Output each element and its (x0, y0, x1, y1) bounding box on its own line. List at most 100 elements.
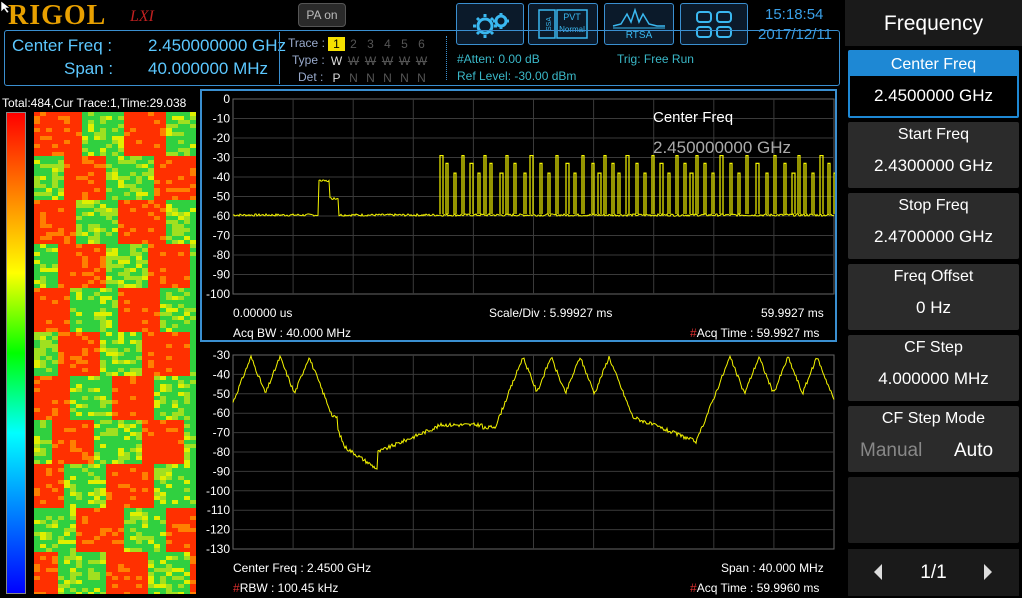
cf-step-softkey[interactable]: CF Step 4.000000 MHz (848, 335, 1019, 401)
waterfall-cell (166, 544, 172, 548)
waterfall-cell (160, 556, 166, 560)
waterfall-cell (64, 128, 70, 132)
waterfall-cell (34, 552, 40, 556)
trace-5[interactable]: 5 (396, 37, 413, 51)
waterfall-cell (118, 268, 124, 272)
waterfall-cell (136, 576, 142, 580)
waterfall-cell (34, 212, 40, 216)
waterfall-cell (64, 432, 70, 436)
waterfall-cell (100, 472, 106, 476)
waterfall-cell (124, 228, 130, 232)
waterfall-cell (64, 192, 70, 196)
next-page-icon[interactable] (982, 563, 994, 586)
waterfall-cell (148, 120, 154, 124)
waterfall-cell (82, 164, 88, 168)
waterfall-cell (76, 112, 82, 116)
waterfall-cell (166, 236, 172, 240)
waterfall-cell (172, 524, 178, 528)
waterfall-cell (112, 308, 118, 312)
waterfall-cell (148, 392, 154, 396)
waterfall-cell (94, 160, 100, 164)
waterfall-cell (112, 536, 118, 540)
waterfall-cell (82, 560, 88, 564)
waterfall-cell (76, 192, 82, 196)
waterfall-cell (172, 436, 178, 440)
waterfall-cell (154, 176, 160, 180)
waterfall-cell (142, 120, 148, 124)
waterfall-cell (178, 384, 184, 388)
waterfall-cell (166, 484, 172, 488)
span-value[interactable]: 40.000000 MHz (148, 59, 268, 79)
waterfall-cell (52, 152, 58, 156)
waterfall-cell (172, 360, 178, 364)
waterfall-cell (58, 224, 64, 228)
trace-6[interactable]: 6 (413, 37, 430, 51)
waterfall-cell (76, 204, 82, 208)
waterfall-cell (178, 176, 184, 180)
waterfall-cell (112, 188, 118, 192)
waterfall-cell (94, 304, 100, 308)
waterfall-cell (76, 304, 82, 308)
start-freq-softkey[interactable]: Start Freq 2.4300000 GHz (848, 122, 1019, 188)
waterfall-cell (184, 400, 190, 404)
waterfall-cell (178, 408, 184, 412)
waterfall-cell (94, 504, 100, 508)
waterfall-cell (70, 144, 76, 148)
center-freq-value[interactable]: 2.450000000 GHz (148, 36, 286, 56)
waterfall-cell (112, 392, 118, 396)
waterfall-cell (112, 332, 118, 336)
waterfall-cell (160, 176, 166, 180)
waterfall-cell (76, 224, 82, 228)
waterfall-cell (34, 456, 40, 460)
waterfall-cell (40, 480, 46, 484)
waterfall-cell (70, 440, 76, 444)
waterfall-cell (82, 200, 88, 204)
waterfall-cell (82, 300, 88, 304)
waterfall-cell (148, 456, 154, 460)
center-freq-softkey[interactable]: Center Freq 2.4500000 GHz (848, 50, 1019, 118)
pa-on-button[interactable]: PA on (298, 3, 346, 27)
waterfall-cell (148, 292, 154, 296)
waterfall-cell (166, 588, 172, 592)
waterfall-cell (76, 500, 82, 504)
waterfall-cell (52, 448, 58, 452)
waterfall-cell (70, 532, 76, 536)
waterfall-cell (172, 320, 178, 324)
waterfall-cell (112, 552, 118, 556)
y-tick-label: -20 (213, 131, 231, 145)
waterfall-cell (178, 580, 184, 584)
waterfall-cell (46, 548, 52, 552)
cf-step-mode-softkey[interactable]: CF Step Mode Manual Auto (848, 406, 1019, 472)
auto-option[interactable]: Auto (954, 440, 993, 462)
manual-option[interactable]: Manual (860, 440, 922, 462)
waterfall-cell (154, 128, 160, 132)
trace-4[interactable]: 4 (379, 37, 396, 51)
waterfall-display[interactable] (34, 112, 196, 594)
trace-2[interactable]: 2 (345, 37, 362, 51)
waterfall-cell (76, 188, 82, 192)
waterfall-cell (172, 188, 178, 192)
waterfall-cell (124, 168, 130, 172)
trace-1[interactable]: 1 (328, 37, 345, 51)
waterfall-cell (160, 196, 166, 200)
waterfall-cell (166, 396, 172, 400)
trace-selector[interactable]: 123456 (328, 35, 430, 53)
waterfall-cell (46, 180, 52, 184)
waterfall-cell (118, 480, 124, 484)
waterfall-cell (94, 436, 100, 440)
waterfall-cell (64, 504, 70, 508)
waterfall-cell (64, 376, 70, 380)
power-vs-time-plot[interactable]: 0-10-20-30-40-50-60-70-80-90-100 (200, 89, 837, 342)
trace-3[interactable]: 3 (362, 37, 379, 51)
waterfall-cell (52, 428, 58, 432)
waterfall-cell (34, 420, 40, 424)
waterfall-cell (58, 308, 64, 312)
stop-freq-softkey[interactable]: Stop Freq 2.4700000 GHz (848, 193, 1019, 259)
waterfall-cell (46, 200, 52, 204)
freq-offset-softkey[interactable]: Freq Offset 0 Hz (848, 264, 1019, 330)
waterfall-cell (46, 476, 52, 480)
waterfall-cell (184, 192, 190, 196)
waterfall-cell (112, 492, 118, 496)
waterfall-cell (184, 320, 190, 324)
waterfall-cell (136, 344, 142, 348)
